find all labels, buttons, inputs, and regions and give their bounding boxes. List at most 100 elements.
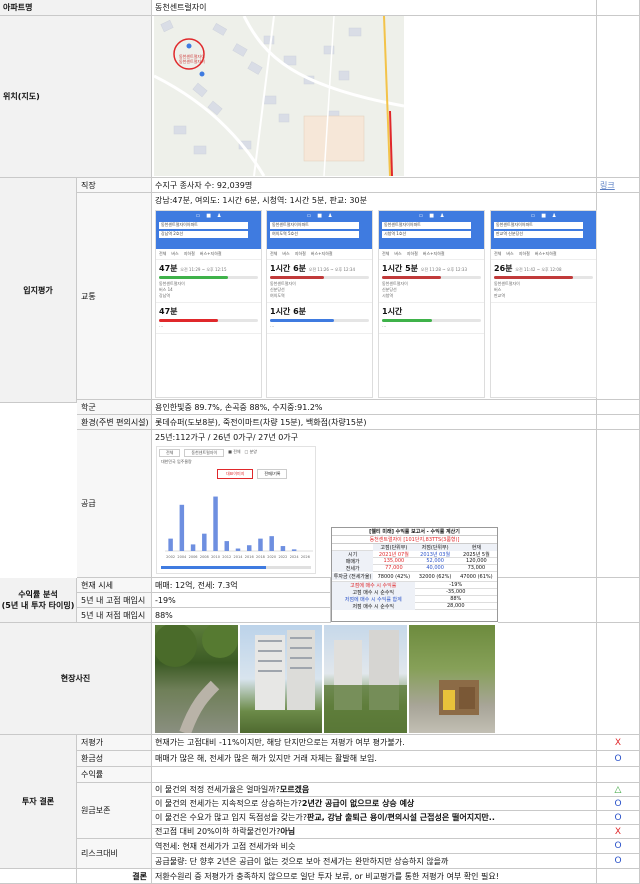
profit-row-label: 현재 시세 xyxy=(81,580,113,590)
side-cell-2 xyxy=(597,193,640,400)
route-card[interactable]: ▭ ■ ♟ 동천센트럴자이아파트 여의도역 5호선 전체 버스 지하철 버스+지하철 1시… xyxy=(266,210,373,398)
route-to[interactable]: 판교역 신분당선 xyxy=(494,231,583,238)
conclusion-row-value: 이 물건의 전세가는 지속적으로 상승하는가?2년간 공급이 없으므로 상승 예… xyxy=(155,799,415,808)
conclusion-row-value-cell: 이 물건은 수요가 많고 입지 독점성을 갖는가?판교, 강남 출퇴근 용이/편… xyxy=(152,811,597,825)
route-to[interactable]: 시청역 1호선 xyxy=(382,231,471,238)
final-label: 결론 xyxy=(132,871,147,881)
principal-label-cell: 원금보존 xyxy=(77,783,152,839)
calc-cell: 2013년 03월 xyxy=(420,551,451,558)
car-icon[interactable]: ▭ xyxy=(419,213,424,219)
route-time: 47분 xyxy=(159,264,178,273)
supply-bar xyxy=(202,533,207,551)
route-time-alt: 1시간 6분 xyxy=(270,307,306,316)
route-time-alt: 47분 xyxy=(159,307,178,316)
supply-chart-title: 대한민국 입주물량 xyxy=(161,459,192,464)
conclusion-mark-cell: O xyxy=(597,811,640,825)
conclusion-row-label-cell: 수익률 xyxy=(77,767,152,783)
calc-title: [웰티 미래] 수익률 보고서 - 수익률 계산기 xyxy=(332,528,497,536)
conclusion-row-value-cell: 현재가는 고점대비 -11%이지만, 해당 단지만으로는 저평가 여부 평가불가… xyxy=(152,735,597,751)
bus-icon[interactable]: ■ xyxy=(541,213,546,219)
x-tick-label: 2014 xyxy=(234,555,244,559)
timeline-slider[interactable] xyxy=(161,566,311,569)
car-icon[interactable]: ▭ xyxy=(196,213,201,219)
profit-label-cell: 수익률 분석 (5년 내 투자 타이밍) xyxy=(0,578,77,623)
route-card[interactable]: ▭ ■ ♟ 동천센트럴자이아파트 강남역 2호선 전체 버스 지하철 버스+지하철 47분… xyxy=(155,210,262,398)
job-link[interactable]: 링크 xyxy=(600,180,615,191)
final-label-cell: 결론 xyxy=(77,869,152,884)
calc-cell: 40,000 xyxy=(426,565,444,571)
route-time-alt: 1시간 xyxy=(382,307,403,316)
job-label: 직장 xyxy=(81,180,96,190)
conclusion-mark-cell: O xyxy=(597,751,640,767)
env-value-cell: 롯데슈퍼(도보8분), 죽전이마트(차량 15분), 백화점(차량15분) xyxy=(152,415,597,430)
conclusion-row-value: 전고점 대비 20%이하 하락물건인가?아님 xyxy=(155,827,296,836)
profit-row-label-cell: 현재 시세 xyxy=(77,578,152,593)
conclusion-mark-cell xyxy=(597,767,640,783)
final-value: 저환수원리 중 저평가가 충족하지 않으므로 일단 투자 보류, or 비교평가… xyxy=(155,871,499,881)
principal-label: 원금보존 xyxy=(81,806,111,815)
final-value-cell: 저환수원리 중 저평가가 충족하지 않으므로 일단 투자 보류, or 비교평가… xyxy=(152,869,597,884)
calc-cell: 매매가 xyxy=(332,557,374,565)
x-tick-label: 2022 xyxy=(278,555,287,559)
supply-bar xyxy=(269,536,274,551)
route-to[interactable]: 여의도역 5호선 xyxy=(270,231,359,238)
profit-row-value: 매매: 12억, 전세: 7.3억 xyxy=(155,580,238,590)
calc-cell: 88% xyxy=(450,596,462,602)
risk-label: 리스크대비 xyxy=(81,849,118,858)
job-value: 수지구 종사자 수: 92,039명 xyxy=(155,180,253,190)
route-time-range: 오전 11:29 ~ 오후 12:15 xyxy=(180,267,227,272)
route-from[interactable]: 동천센트럴자이아파트 xyxy=(494,222,583,229)
calc-cell: -19% xyxy=(449,582,463,588)
x-tick-label: 2026 xyxy=(301,555,310,559)
site-photo xyxy=(324,625,407,733)
walk-icon[interactable]: ♟ xyxy=(552,213,556,219)
profit-row-label: 5년 내 고점 매입시 xyxy=(81,595,146,605)
bus-icon[interactable]: ■ xyxy=(317,213,322,219)
side-cell-1 xyxy=(597,16,640,178)
supply-value: 25년:112가구 / 26년 0가구/ 27년 0가구 xyxy=(155,432,299,442)
side-cell-0 xyxy=(597,0,640,16)
supply-bar xyxy=(246,545,252,551)
walk-icon[interactable]: ♟ xyxy=(328,213,332,219)
map-marker-label: 동천센트럴자이 xyxy=(179,58,205,64)
walk-icon[interactable]: ♟ xyxy=(217,213,221,219)
bus-icon[interactable]: ■ xyxy=(429,213,434,219)
conclusion-row-label: 환금성 xyxy=(81,754,104,763)
apt-name-cell: 동천센트럴자이 xyxy=(152,0,597,16)
conclusion-mark-cell: O xyxy=(597,854,640,869)
bus-icon[interactable]: ■ xyxy=(206,213,211,219)
supply-chart-tab[interactable]: 전매/기록 xyxy=(257,469,288,479)
route-from[interactable]: 동천센트럴자이아파트 xyxy=(159,222,248,229)
report-sheet: 아파트명 동천센트럴자이 위치(지도) 동천센트럴자이 동천센트럴자이 입지평가… xyxy=(0,0,640,884)
conclusion-row-label: 저평가 xyxy=(81,738,104,747)
route-card[interactable]: ▭ ■ ♟ 동천센트럴자이아파트 시청역 1호선 전체 버스 지하철 버스+지하철 1시간… xyxy=(378,210,485,398)
walk-icon[interactable]: ♟ xyxy=(440,213,444,219)
route-time: 1시간 5분 xyxy=(382,264,418,273)
supply-label-cell: 공급 xyxy=(77,430,152,578)
car-icon[interactable]: ▭ xyxy=(531,213,536,219)
side-cell-5 xyxy=(597,430,640,578)
traffic-value: 강남:47분, 여의도: 1시간 6분, 시청역: 1시간 5분, 판교: 30… xyxy=(155,195,367,205)
route-from[interactable]: 동천센트럴자이아파트 xyxy=(270,222,359,229)
car-icon[interactable]: ▭ xyxy=(307,213,312,219)
conclusion-mark-cell: X xyxy=(597,825,640,839)
route-stop: 판교역 xyxy=(494,293,506,298)
calc-head-cell: 현재 xyxy=(455,543,497,551)
supply-chart-button[interactable]: 대표이미지 xyxy=(217,469,254,479)
route-time-range: 오전 11:42 ~ 오후 12:08 xyxy=(515,267,562,272)
route-from[interactable]: 동천센트럴자이아파트 xyxy=(382,222,471,229)
supply-bar xyxy=(168,538,173,551)
conclusion-row-label-cell: 저평가 xyxy=(77,735,152,751)
calc-cell: 78000 (42%) xyxy=(377,573,411,580)
side-cell-7 xyxy=(597,623,640,735)
calc-cell: 77,000 xyxy=(385,565,403,571)
location-map[interactable]: 동천센트럴자이 동천센트럴자이 xyxy=(154,16,404,176)
route-card[interactable]: ▭ ■ ♟ 동천센트럴자이아파트 판교역 신분당선 전체 버스 지하철 버스+지하철 26… xyxy=(490,210,597,398)
apt-name: 동천센트럴자이 xyxy=(155,3,207,12)
supply-bar xyxy=(224,541,230,551)
apt-label-cell: 아파트명 xyxy=(0,0,152,16)
calc-cell: 2025년 5월 xyxy=(463,551,490,558)
conclusion-row-label: 수익률 xyxy=(81,770,104,779)
route-to[interactable]: 강남역 2호선 xyxy=(159,231,248,238)
conclusion-label-cell: 투자 결론 xyxy=(0,735,77,869)
